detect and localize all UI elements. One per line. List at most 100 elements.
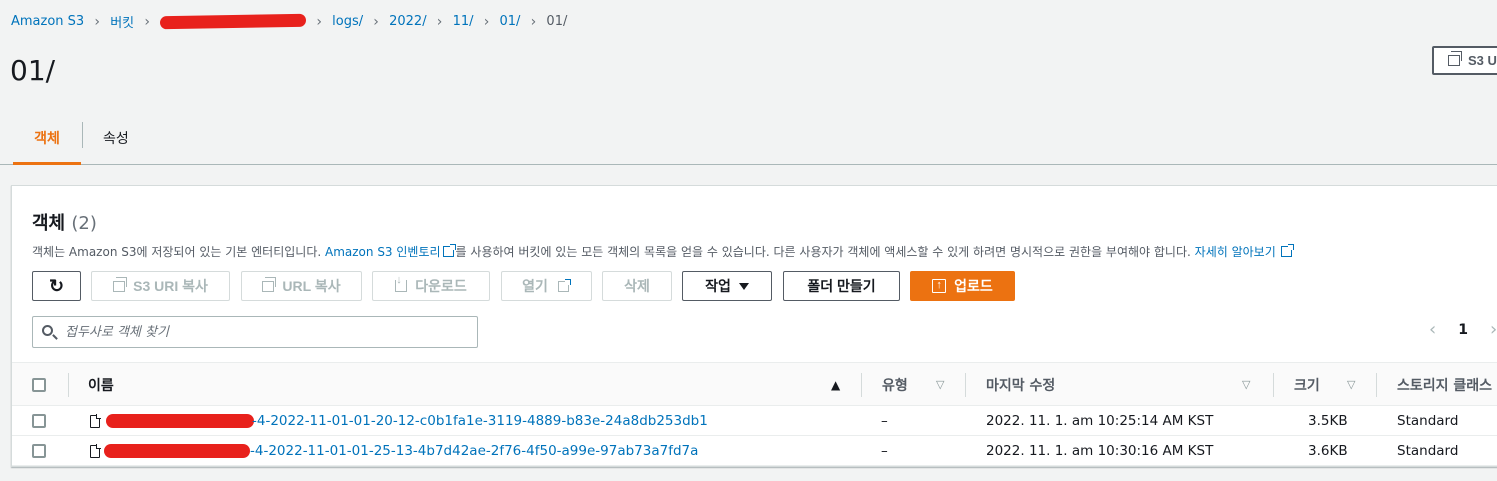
pagination: ‹ 1 › (1429, 319, 1497, 340)
redacted-object-prefix (104, 444, 250, 458)
page-title: 01/ (10, 54, 56, 87)
object-storage-class: Standard (1397, 413, 1459, 429)
breadcrumb-current: 01/ (546, 14, 568, 29)
chevron-right-icon: › (530, 13, 537, 30)
create-folder-button[interactable]: 폴더 만들기 (783, 271, 900, 301)
copy-icon (1448, 51, 1462, 66)
actions-dropdown[interactable]: 작업 (682, 271, 772, 301)
row-select-cell (32, 436, 46, 466)
column-header-type[interactable]: 유형 (882, 363, 908, 407)
chevron-right-icon: › (144, 13, 150, 30)
column-divider (68, 373, 69, 397)
breadcrumb-01[interactable]: 01/ (500, 14, 521, 29)
column-divider (965, 373, 966, 397)
upload-icon: ↑ (932, 279, 947, 293)
chevron-right-icon[interactable]: › (1490, 319, 1497, 340)
desc-prefix: 객체는 Amazon S3에 저장되어 있는 기본 엔터티입니다. (32, 245, 325, 259)
objects-title-text: 객체 (32, 213, 66, 234)
copy-s3-uri-button[interactable]: S3 URI 복사 (91, 271, 230, 301)
open-button[interactable]: 열기 (501, 271, 592, 301)
copy-s3-uri-label: S3 URI 복사 (133, 278, 208, 294)
inventory-link[interactable]: Amazon S3 인벤토리 (325, 245, 441, 259)
objects-count: (2) (71, 213, 97, 234)
object-type: – (881, 413, 888, 429)
tab-bar: 객체 속성 (0, 110, 1497, 165)
sort-icon[interactable]: ▽ (1347, 378, 1355, 391)
sort-icon[interactable]: ▽ (936, 378, 944, 391)
redacted-object-prefix (106, 414, 254, 428)
chevron-right-icon: › (373, 13, 379, 30)
object-type: – (881, 443, 888, 459)
object-size: 3.5KB (1308, 413, 1348, 429)
table-header: 이름 ▲ 유형 ▽ 마지막 수정 ▽ 크기 ▽ 스토리지 클래스 (12, 362, 1497, 406)
breadcrumb-amazon-s3[interactable]: Amazon S3 (11, 14, 84, 29)
tab-divider (82, 122, 83, 148)
upload-label: 업로드 (954, 278, 993, 294)
redacted-bucket-name (160, 13, 307, 30)
chevron-right-icon: › (436, 13, 443, 30)
column-header-last-modified[interactable]: 마지막 수정 (986, 363, 1055, 407)
upload-button[interactable]: ↑ 업로드 (910, 271, 1015, 301)
sort-icon[interactable]: ▽ (1242, 378, 1250, 391)
external-link-icon (442, 244, 456, 257)
column-divider (1376, 373, 1377, 397)
object-last-modified: 2022. 11. 1. am 10:30:16 AM KST (986, 443, 1214, 459)
file-icon (90, 443, 101, 458)
table-row: -4-2022-11-01-01-25-13-4b7d42ae-2f76-4f5… (12, 436, 1497, 466)
refresh-button[interactable]: ↻ (32, 271, 81, 301)
sort-ascending-icon[interactable]: ▲ (831, 378, 840, 392)
chevron-right-icon: › (94, 13, 100, 30)
search-icon (42, 325, 53, 336)
breadcrumb: Amazon S3 › 버킷 › › logs/ › 2022/ › 11/ ›… (11, 12, 568, 32)
open-label: 열기 (522, 278, 548, 294)
objects-panel: 객체 (2) 객체는 Amazon S3에 저장되어 있는 기본 엔터티입니다.… (11, 185, 1497, 467)
external-link-icon (1280, 244, 1294, 257)
column-header-size[interactable]: 크기 (1294, 363, 1320, 407)
table-row: -4-2022-11-01-01-20-12-c0b1fa1e-3119-488… (12, 406, 1497, 436)
row-checkbox[interactable] (32, 444, 46, 458)
copy-s3-uri-header-button[interactable]: S3 U (1432, 46, 1497, 75)
object-name-cell: -4-2022-11-01-01-20-12-c0b1fa1e-3119-488… (90, 406, 708, 436)
object-name-link[interactable]: -4-2022-11-01-01-25-13-4b7d42ae-2f76-4f5… (250, 443, 698, 459)
chevron-right-icon: › (483, 13, 490, 30)
object-storage-class: Standard (1397, 443, 1459, 459)
breadcrumb-2022[interactable]: 2022/ (389, 14, 426, 29)
search-field (32, 316, 478, 348)
download-label: 다운로드 (415, 278, 467, 294)
desc-middle: 를 사용하여 버킷에 있는 모든 객체의 목록을 얻을 수 있습니다. 다른 사… (455, 245, 1195, 259)
refresh-icon: ↻ (48, 275, 65, 296)
column-header-storage-class[interactable]: 스토리지 클래스 (1397, 363, 1492, 407)
copy-icon (113, 276, 128, 292)
breadcrumb-buckets[interactable]: 버킷 (110, 12, 134, 31)
actions-label: 작업 (705, 278, 731, 294)
object-size: 3.6KB (1308, 443, 1348, 459)
row-select-cell (32, 406, 46, 436)
objects-description: 객체는 Amazon S3에 저장되어 있는 기본 엔터티입니다. Amazon… (32, 243, 1294, 260)
column-header-name[interactable]: 이름 (88, 363, 114, 407)
object-name-link[interactable]: -4-2022-11-01-01-20-12-c0b1fa1e-3119-488… (252, 413, 708, 429)
breadcrumb-11[interactable]: 11/ (453, 14, 474, 29)
row-checkbox[interactable] (32, 414, 46, 428)
chevron-left-icon[interactable]: ‹ (1429, 319, 1436, 340)
select-all-checkbox[interactable] (32, 378, 46, 392)
copy-url-button[interactable]: URL 복사 (241, 271, 362, 301)
copy-icon (262, 276, 277, 292)
current-page[interactable]: 1 (1458, 322, 1468, 338)
copy-s3-uri-header-label: S3 U (1468, 53, 1497, 68)
download-button[interactable]: 다운로드 (372, 271, 490, 301)
tab-properties[interactable]: 속성 (103, 124, 129, 148)
tab-objects[interactable]: 객체 (13, 124, 81, 165)
copy-url-label: URL 복사 (282, 278, 341, 294)
chevron-right-icon: › (316, 13, 322, 30)
object-name-cell: -4-2022-11-01-01-25-13-4b7d42ae-2f76-4f5… (90, 436, 698, 466)
file-icon (90, 413, 101, 428)
object-last-modified: 2022. 11. 1. am 10:25:14 AM KST (986, 413, 1214, 429)
column-divider (861, 373, 862, 397)
external-link-icon (557, 278, 571, 292)
search-input[interactable] (65, 324, 465, 340)
learn-more-link[interactable]: 자세히 알아보기 (1195, 245, 1276, 259)
select-all-cell (32, 363, 46, 407)
delete-button[interactable]: 삭제 (602, 271, 672, 301)
caret-down-icon (738, 282, 749, 290)
breadcrumb-logs[interactable]: logs/ (332, 14, 363, 29)
